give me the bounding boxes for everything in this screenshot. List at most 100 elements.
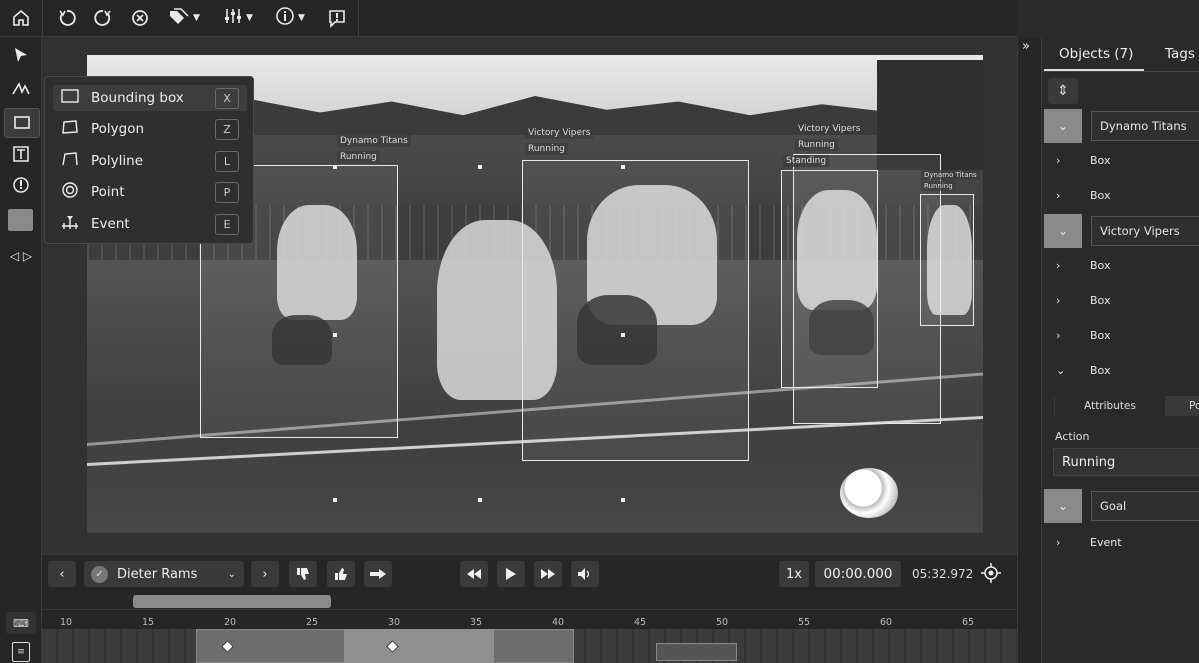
bounding-box-icon xyxy=(57,89,83,107)
shortcut-key: E xyxy=(215,213,239,235)
chevron-down-icon[interactable]: ⌄ xyxy=(1044,109,1082,143)
speed-button[interactable]: 1x xyxy=(779,561,809,587)
document-icon[interactable]: ≡ xyxy=(12,642,30,662)
thumbs-up-icon[interactable] xyxy=(327,561,355,587)
target-icon[interactable] xyxy=(981,563,1001,587)
tool-label: Event xyxy=(91,216,130,232)
thumbs-down-icon[interactable] xyxy=(289,561,317,587)
tool-point[interactable]: Point P xyxy=(53,179,247,205)
issue-icon[interactable] xyxy=(323,5,351,31)
resize-handle[interactable] xyxy=(333,165,337,169)
chevron-down-icon[interactable]: ⌄ xyxy=(1044,489,1082,523)
action-field[interactable]: Running xyxy=(1053,448,1199,476)
object-label: Event xyxy=(1090,535,1122,549)
object-row[interactable]: ⌄ Box xyxy=(1042,353,1199,387)
sliders-icon xyxy=(223,7,243,30)
tick-label: 15 xyxy=(142,617,155,628)
resize-handle[interactable] xyxy=(621,498,625,502)
tick-label: 50 xyxy=(716,617,729,628)
expand-collapse-icon[interactable]: ⇕ xyxy=(1048,78,1078,104)
prev-user-button[interactable]: ‹ xyxy=(48,561,76,587)
object-row[interactable]: › Event xyxy=(1042,525,1199,559)
timeline-track[interactable] xyxy=(42,629,1017,663)
tool-polygon[interactable]: Polygon Z xyxy=(53,116,247,142)
group-row[interactable]: ⌄ Victory Vipers xyxy=(1042,214,1199,248)
group-name[interactable]: Dynamo Titans xyxy=(1091,111,1199,141)
tick-label: 60 xyxy=(880,617,893,628)
tab-objects[interactable]: Objects (7) xyxy=(1059,46,1133,62)
object-row[interactable]: › Box xyxy=(1042,283,1199,317)
volume-icon[interactable] xyxy=(571,561,599,587)
object-label: Box xyxy=(1090,293,1111,307)
cursor-icon[interactable] xyxy=(4,41,38,69)
resize-handle[interactable] xyxy=(333,498,337,502)
attribute-tabs: Attributes Po xyxy=(1054,396,1199,416)
shortcut-key: P xyxy=(215,181,239,203)
shortcut-key: L xyxy=(215,150,239,172)
filters-menu-button[interactable]: ▼ xyxy=(218,5,258,31)
text-icon[interactable] xyxy=(4,140,38,168)
color-swatch[interactable] xyxy=(8,209,33,231)
object-row[interactable]: › Box xyxy=(1042,178,1199,212)
tool-polyline[interactable]: Polyline L xyxy=(53,148,247,174)
home-icon[interactable] xyxy=(6,5,36,31)
forward-arrow-icon[interactable] xyxy=(364,561,392,587)
tab-tags[interactable]: Tags xyxy=(1165,46,1195,62)
tick-label: 55 xyxy=(798,617,811,628)
object-row[interactable]: › Box xyxy=(1042,143,1199,177)
track-segment[interactable] xyxy=(656,643,737,661)
track-segment-highlight[interactable] xyxy=(344,629,494,663)
active-tab-indicator xyxy=(1044,69,1144,71)
action-label: Action xyxy=(1055,430,1090,443)
group-row[interactable]: ⌄ Dynamo Titans xyxy=(1042,109,1199,143)
redo-icon[interactable] xyxy=(89,5,117,31)
collapse-panel-icon[interactable]: » xyxy=(1022,39,1030,54)
current-time[interactable]: 00:00.000 xyxy=(815,561,901,587)
tab-attributes[interactable]: Attributes xyxy=(1055,396,1165,416)
rewind-icon[interactable] xyxy=(460,561,488,587)
fast-forward-icon[interactable] xyxy=(534,561,562,587)
tick-label: 25 xyxy=(306,617,319,628)
bbox-label: Running xyxy=(795,139,838,151)
chevron-down-icon: ⌄ xyxy=(1056,363,1066,377)
tool-event[interactable]: Event E xyxy=(53,211,247,237)
object-row[interactable]: › Box xyxy=(1042,248,1199,282)
group-name[interactable]: Victory Vipers xyxy=(1091,216,1199,246)
tick-label: 20 xyxy=(224,617,237,628)
resize-handle[interactable] xyxy=(478,165,482,169)
tool-bounding-box[interactable]: Bounding box X xyxy=(53,85,247,111)
keyboard-icon[interactable]: ⌨ xyxy=(6,612,36,634)
user-select[interactable]: ✓ Dieter Rams ⌄ xyxy=(84,561,244,587)
reset-icon[interactable] xyxy=(126,5,154,31)
alert-icon[interactable] xyxy=(4,171,38,199)
bounding-box[interactable] xyxy=(920,194,974,326)
group-name[interactable]: Goal xyxy=(1091,491,1199,521)
step-arrows-icon[interactable]: ◁ ▷ xyxy=(4,242,38,270)
object-row[interactable]: › Box xyxy=(1042,318,1199,352)
bounding-box[interactable] xyxy=(522,160,749,461)
bbox-label: Dynamo Titans xyxy=(921,170,980,180)
resize-handle[interactable] xyxy=(621,333,625,337)
tab-second[interactable]: Po xyxy=(1167,396,1199,416)
undo-icon[interactable] xyxy=(53,5,81,31)
resize-handle[interactable] xyxy=(478,498,482,502)
group-row[interactable]: ⌄ Goal xyxy=(1042,489,1199,523)
chevron-down-icon[interactable]: ⌄ xyxy=(1044,214,1082,248)
timeline-scrollbar[interactable] xyxy=(42,592,1017,610)
next-user-button[interactable]: › xyxy=(251,561,279,587)
info-menu-button[interactable]: ▼ xyxy=(270,5,310,31)
left-toolbar: ◁ ▷ xyxy=(0,37,42,663)
tags-menu-button[interactable]: ▼ xyxy=(164,5,204,31)
bounding-box[interactable] xyxy=(781,170,878,388)
scroll-thumb[interactable] xyxy=(133,595,331,608)
play-icon[interactable] xyxy=(497,561,525,587)
polygon-icon xyxy=(57,119,83,139)
draw-icon[interactable] xyxy=(4,75,38,103)
resize-handle[interactable] xyxy=(333,333,337,337)
tool-label: Bounding box xyxy=(91,90,184,106)
chevron-down-icon: ▼ xyxy=(298,13,305,23)
event-icon xyxy=(57,214,83,234)
tick-label: 40 xyxy=(552,617,565,628)
bounding-box-tool[interactable] xyxy=(4,108,40,138)
resize-handle[interactable] xyxy=(621,165,625,169)
